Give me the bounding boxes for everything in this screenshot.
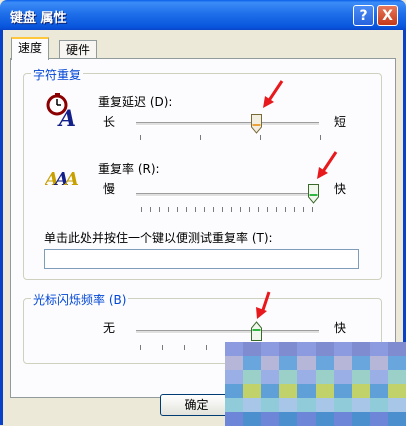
window-title: 键盘 属性	[10, 11, 67, 26]
repeat-rate-ticks	[141, 207, 321, 212]
title-bar: 键盘 属性 ? X	[0, 0, 406, 30]
mosaic-tile	[261, 356, 281, 370]
mosaic-tile	[297, 384, 317, 398]
repeat-delay-min-label: 长	[103, 115, 116, 129]
mosaic-tile	[369, 398, 389, 412]
mosaic-tile	[351, 342, 371, 356]
annotation-arrow-icon	[263, 80, 284, 108]
mosaic-tile	[279, 370, 299, 384]
char-repeat-group-title: 字符重复	[31, 66, 84, 83]
mosaic-tile	[243, 398, 263, 412]
mosaic-tile	[279, 342, 299, 356]
cursor-blink-min-label: 无	[103, 321, 116, 335]
mosaic-tile	[315, 370, 335, 384]
mosaic-tile	[369, 384, 389, 398]
mosaic-tile	[297, 412, 317, 426]
mosaic-tile	[351, 384, 371, 398]
mosaic-tile	[297, 370, 317, 384]
mosaic-tile	[261, 398, 281, 412]
mosaic-tile	[387, 370, 406, 384]
mosaic-tile	[225, 398, 244, 412]
mosaic-tile	[261, 412, 281, 426]
mosaic-tile	[369, 370, 389, 384]
repeat-rate-label: 重复率 (R):	[98, 162, 160, 176]
mosaic-tile	[261, 342, 281, 356]
repeat-test-input[interactable]	[44, 249, 359, 269]
mosaic-tile	[279, 356, 299, 370]
mosaic-tile	[225, 384, 244, 398]
mosaic-tile	[315, 356, 335, 370]
mosaic-tile	[225, 356, 244, 370]
mosaic-tile	[279, 384, 299, 398]
mosaic-tile	[333, 384, 353, 398]
mosaic-tile	[315, 412, 335, 426]
mosaic-tile	[261, 370, 281, 384]
mosaic-tile	[279, 412, 299, 426]
repeat-rate-min-label: 慢	[103, 182, 116, 196]
svg-text:A: A	[57, 106, 76, 127]
mosaic-tile	[369, 342, 389, 356]
tab-speed[interactable]: 速度	[11, 37, 50, 60]
repeat-delay-slider-thumb[interactable]	[251, 114, 263, 134]
mosaic-tile	[297, 398, 317, 412]
repeat-test-label: 单击此处并按住一个键以便测试重复率 (T):	[44, 231, 273, 245]
mosaic-tile	[387, 384, 406, 398]
cursor-blink-group-title: 光标闪烁频率 (B)	[31, 291, 129, 308]
mosaic-tile	[333, 398, 353, 412]
help-button[interactable]: ?	[353, 5, 374, 26]
mosaic-tile	[297, 356, 317, 370]
ok-button[interactable]: 确定	[160, 394, 233, 416]
mosaic-tile	[387, 398, 406, 412]
mosaic-tile	[351, 398, 371, 412]
mosaic-tile	[225, 412, 244, 426]
mosaic-tile	[351, 356, 371, 370]
mosaic-tile	[225, 342, 244, 356]
mosaic-tile	[387, 412, 406, 426]
mosaic-tile	[243, 384, 263, 398]
repeat-delay-ticks	[140, 135, 321, 140]
cursor-blink-track[interactable]	[136, 330, 319, 334]
mosaic-tile	[315, 342, 335, 356]
mosaic-tile	[225, 370, 244, 384]
stopwatch-icon: A	[46, 93, 76, 127]
repeat-rate-max-label: 快	[334, 182, 347, 196]
mosaic-tile	[333, 412, 353, 426]
watermark-mosaic	[225, 342, 406, 426]
tab-hardware[interactable]: 硬件	[59, 40, 98, 60]
mosaic-tile	[315, 384, 335, 398]
mosaic-tile	[369, 356, 389, 370]
close-button[interactable]: X	[377, 5, 398, 26]
repeat-delay-label: 重复延迟 (D):	[98, 95, 173, 109]
mosaic-tile	[243, 356, 263, 370]
mosaic-tile	[333, 356, 353, 370]
annotation-arrow-icon	[256, 291, 271, 319]
repeat-rate-slider-thumb[interactable]	[308, 184, 319, 204]
mosaic-tile	[333, 342, 353, 356]
repeat-rate-icon: A A A	[45, 169, 79, 190]
repeat-rate-track[interactable]	[136, 193, 319, 197]
mosaic-tile	[315, 398, 335, 412]
mosaic-tile	[243, 412, 263, 426]
mosaic-tile	[333, 370, 353, 384]
mosaic-tile	[243, 342, 263, 356]
mosaic-tile	[279, 398, 299, 412]
svg-text:A: A	[63, 169, 79, 190]
cursor-blink-slider-thumb[interactable]	[251, 321, 263, 341]
mosaic-tile	[261, 384, 281, 398]
mosaic-tile	[387, 356, 406, 370]
cursor-blink-max-label: 快	[334, 321, 347, 335]
mosaic-tile	[351, 370, 371, 384]
mosaic-tile	[351, 412, 371, 426]
annotation-arrow-icon	[317, 151, 338, 179]
mosaic-tile	[387, 342, 406, 356]
mosaic-tile	[297, 342, 317, 356]
repeat-delay-track[interactable]	[136, 122, 319, 126]
mosaic-tile	[369, 412, 389, 426]
repeat-delay-max-label: 短	[334, 115, 347, 129]
mosaic-tile	[243, 370, 263, 384]
